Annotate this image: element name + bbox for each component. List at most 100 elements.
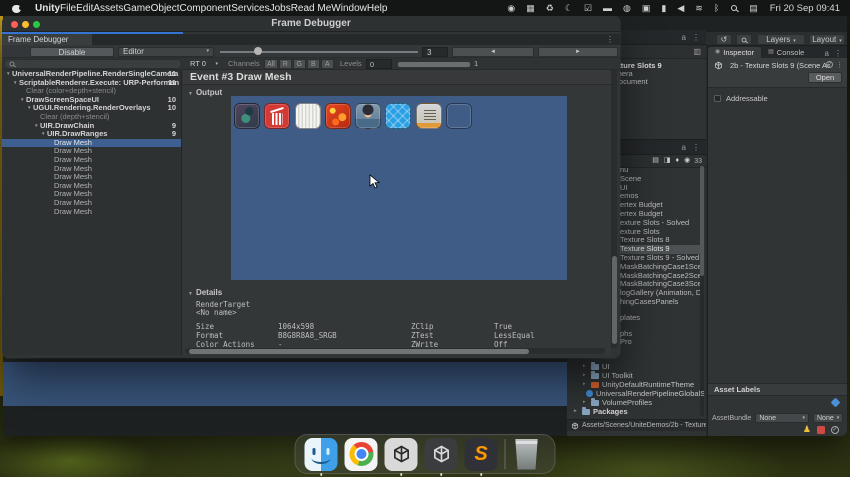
menu-item[interactable]: Component <box>180 3 232 14</box>
addressable-checkbox[interactable] <box>714 95 721 102</box>
project-asset-row[interactable]: Texture Slots 9 - Solved <box>620 254 700 263</box>
menu-item[interactable]: Jobs <box>270 3 291 14</box>
undo-history-button[interactable]: ↺ <box>716 34 732 45</box>
project-folder-row[interactable]: UniversalRenderPipelineGlobalSet <box>569 389 704 398</box>
help-icon[interactable]: ? <box>826 61 833 68</box>
menu-item[interactable]: Window <box>331 3 367 14</box>
menu-item[interactable]: Assets <box>93 3 123 14</box>
scrollbar-thumb[interactable] <box>700 166 704 276</box>
delete-icon-thumb[interactable] <box>294 103 321 129</box>
event-tree-row[interactable]: Draw Mesh <box>2 199 181 208</box>
project-asset-row[interactable]: exture Slots - Solved <box>620 219 700 228</box>
layers-dropdown[interactable]: Layers ▾ <box>757 34 805 45</box>
display-status-icon[interactable]: ▦ <box>526 0 535 16</box>
menu-item[interactable]: Help <box>367 3 388 14</box>
channel-button[interactable]: G <box>292 59 306 69</box>
tab-console[interactable]: ▤ Console <box>761 47 811 58</box>
record-status-icon[interactable]: ◉ <box>507 0 515 16</box>
project-asset-row[interactable]: Texture Slots 8 <box>620 236 700 245</box>
dock-unity-editor[interactable] <box>424 437 458 476</box>
levels-slider[interactable] <box>398 61 470 67</box>
dock-finder[interactable] <box>304 437 338 476</box>
apple-logo-icon[interactable] <box>12 3 23 13</box>
assetbundle-dropdown[interactable]: None ▾ <box>755 413 809 423</box>
project-asset-row[interactable]: Texture Slots 9 <box>620 245 700 254</box>
next-event-button[interactable]: ► <box>538 46 618 57</box>
kebab-menu-icon[interactable]: ⋮ <box>692 143 700 152</box>
menu-item[interactable]: Edit <box>76 3 93 14</box>
vertical-scrollbar[interactable] <box>611 70 617 348</box>
kebab-menu-icon[interactable]: ⋮ <box>692 33 700 42</box>
packages-row[interactable]: ▸ Packages <box>569 407 704 416</box>
event-tree-row[interactable]: ▼ ScriptableRenderer.Execute: URP-Perform… <box>2 79 181 88</box>
event-tree-row[interactable]: Draw Mesh <box>2 190 181 199</box>
frame-slider-thumb[interactable] <box>254 47 262 55</box>
dock-sublime-text[interactable]: S <box>464 437 498 476</box>
globe-status-icon[interactable]: ◍ <box>623 0 631 16</box>
monitor-status-icon[interactable]: ▬ <box>603 0 612 16</box>
bluetooth-status-icon[interactable]: ᛒ <box>714 0 719 16</box>
levels-min-field[interactable]: 0 <box>366 59 392 69</box>
kebab-menu-icon[interactable]: ⋮ <box>606 34 614 45</box>
channel-button[interactable]: A <box>320 59 334 69</box>
layout-dropdown[interactable]: Layout ▾ <box>809 34 845 45</box>
frame-debugger-title-bar[interactable]: Frame Debugger <box>2 16 620 32</box>
channel-button[interactable]: All <box>264 59 278 69</box>
document-card-thumb[interactable] <box>446 103 473 129</box>
tab-frame-debugger[interactable]: Frame Debugger <box>2 34 92 45</box>
lock-icon[interactable]: a <box>825 49 829 58</box>
event-tree-row[interactable]: ▼ UIR.DrawChain 9 <box>2 122 181 131</box>
collab-status-icon[interactable]: ♟ <box>803 425 811 434</box>
label-tag-icon[interactable] <box>830 397 841 408</box>
project-asset-row[interactable]: emos <box>620 192 700 201</box>
menu-item[interactable]: Services <box>231 3 269 14</box>
event-tree-row[interactable]: ▼ UniversalRenderPipeline.RenderSingleCam… <box>2 70 181 79</box>
asset-labels-header[interactable]: Asset Labels <box>708 383 847 396</box>
scrollbar-thumb[interactable] <box>189 348 529 354</box>
kebab-menu-icon[interactable]: ⋮ <box>836 61 843 69</box>
project-folder-row[interactable]: ▸ VolumeProfiles <box>569 398 704 407</box>
blue-pattern-thumb[interactable] <box>415 103 442 129</box>
project-asset-row[interactable]: MaskBatchingCase3Sce <box>620 280 700 289</box>
battery-status-icon[interactable]: ▮ <box>661 0 666 16</box>
project-partial-row[interactable]: plates <box>620 313 640 322</box>
project-asset-row[interactable]: exture Slots <box>620 228 700 237</box>
event-tree-row[interactable]: Clear (color+depth+stencil) <box>2 87 181 96</box>
frame-number-field[interactable]: 3 <box>422 46 448 57</box>
channel-button[interactable]: R <box>278 59 292 69</box>
details-foldout[interactable]: ▼ Details <box>188 288 222 297</box>
channel-button[interactable]: B <box>306 59 320 69</box>
control-center-icon[interactable]: ▤ <box>749 0 758 16</box>
event-tree-row[interactable]: Draw Mesh <box>2 147 181 156</box>
event-tree-row[interactable]: Draw Mesh <box>2 208 181 217</box>
volume-status-icon[interactable]: ◀ <box>677 0 684 16</box>
lock-icon[interactable]: a <box>682 143 686 152</box>
menu-item[interactable]: Unity <box>35 3 60 14</box>
previous-event-button[interactable]: ◄ <box>452 46 534 57</box>
project-folder-row[interactable]: ▸ UnityDefaultRuntimeTheme <box>569 380 704 389</box>
character-portrait-thumb[interactable] <box>385 103 412 129</box>
creature-texture-thumb[interactable] <box>234 103 260 129</box>
cache-status-icon[interactable] <box>817 425 825 434</box>
event-tree-row[interactable]: Draw Mesh <box>2 138 181 148</box>
checkbox-status-icon[interactable]: ☑ <box>584 0 592 16</box>
picker-icon[interactable]: ▥ <box>693 47 701 56</box>
dock-trash[interactable] <box>513 438 546 471</box>
spotlight-search-icon[interactable] <box>731 5 738 11</box>
lock-icon[interactable]: a <box>682 33 686 42</box>
wizard-texture-thumb[interactable] <box>264 103 291 129</box>
search-button[interactable] <box>736 34 752 45</box>
project-asset-row[interactable]: nu <box>620 166 700 175</box>
attach-target-dropdown[interactable]: Editor ▾ <box>118 46 214 57</box>
menu-bar-clock[interactable]: Fri 20 Sep 09:41 <box>770 3 840 14</box>
horizontal-scrollbar[interactable] <box>185 348 605 354</box>
fur-texture-thumb[interactable] <box>324 103 351 129</box>
assetbundle-variant-dropdown[interactable]: None ▾ <box>813 413 843 423</box>
project-asset-row[interactable]: ertex Budget <box>620 201 700 210</box>
project-asset-row[interactable]: Scene <box>620 175 700 184</box>
event-tree-row[interactable]: Draw Mesh <box>2 182 181 191</box>
project-asset-row[interactable]: MaskBatchingCase2Sce <box>620 272 700 281</box>
kebab-menu-icon[interactable]: ⋮ <box>834 49 842 58</box>
event-tree-row[interactable]: ▼ UGUI.Rendering.RenderOverlays 10 <box>2 104 181 113</box>
dock-unity-hub[interactable] <box>384 437 418 476</box>
